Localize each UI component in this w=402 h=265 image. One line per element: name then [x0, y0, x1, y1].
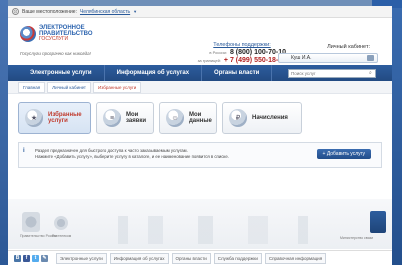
emblem-icon	[20, 26, 36, 42]
tab-label-line: Начисления	[252, 114, 288, 121]
tab-charges[interactable]: ₽ Начисления	[222, 102, 302, 134]
info-text: Раздел предназначен для быстрого доступа…	[35, 148, 295, 160]
logo-text: ЭЛЕКТРОННОЕ ПРАВИТЕЛЬСТВО ГОСУСЛУГИ	[39, 25, 93, 43]
chevron-down-icon[interactable]: ▼	[133, 9, 137, 14]
phone-region-label: за границей:	[197, 58, 221, 63]
phone-region-label: в России:	[209, 50, 227, 55]
tab-my-data[interactable]: ☺ Мои данные	[159, 102, 217, 134]
breadcrumb: Главная Личный кабинет Избранные услуги	[8, 81, 392, 94]
breadcrumb-cabinet[interactable]: Личный кабинет	[47, 81, 91, 93]
phone-number: + 7 (499) 550-18-39	[223, 57, 286, 64]
nav-item-services[interactable]: Электронные услуги	[18, 65, 105, 81]
phone-row-russia: в России: 8 (800) 100-70-10	[176, 49, 286, 56]
breadcrumb-current: Избранные услуги	[93, 81, 142, 93]
requests-icon: ≡	[103, 109, 121, 127]
footer-caption: Ростелеком	[52, 234, 72, 238]
city-skyline-illustration	[98, 216, 348, 244]
footer-caption: Министерство связи	[340, 236, 374, 240]
footer-link[interactable]: Служба поддержки	[213, 252, 262, 264]
cabinet-tabs: ★ Избранные услуги ≡ Мои заявки ☺ Мои да…	[8, 94, 392, 134]
footer-link[interactable]: Электронные услуги	[56, 252, 107, 264]
tab-label-line: услуги	[48, 118, 68, 124]
location-bar: ⊙ Ваше местоположение: Челябинская облас…	[8, 6, 392, 18]
tab-label-line: данные	[189, 118, 212, 124]
support-phones: Телефоны поддержки: в России: 8 (800) 10…	[176, 42, 286, 64]
footer-link[interactable]: Информация об услугах	[109, 252, 169, 264]
site-logo[interactable]: ЭЛЕКТРОННОЕ ПРАВИТЕЛЬСТВО ГОСУСЛУГИ	[20, 25, 93, 43]
location-city-link[interactable]: Челябинская область	[80, 9, 130, 15]
breadcrumb-home[interactable]: Главная	[18, 81, 46, 93]
government-emblem-icon[interactable]	[22, 212, 40, 232]
tab-label: Мои данные	[189, 112, 212, 125]
user-menu[interactable]: Куш И.А.	[278, 53, 378, 63]
ministry-emblem-icon[interactable]	[370, 211, 386, 233]
logout-icon[interactable]	[367, 55, 374, 61]
rostelecom-logo-icon[interactable]	[54, 216, 68, 230]
tab-label-line: заявки	[126, 118, 147, 124]
window-left-edge	[0, 0, 8, 265]
favorites-info-panel: i Раздел предназначен для быстрого досту…	[18, 142, 382, 168]
nav-item-authorities[interactable]: Органы власти	[202, 65, 273, 81]
browser-page: ⊙ Ваше местоположение: Челябинская облас…	[8, 6, 392, 265]
nav-item-info[interactable]: Информация об услугах	[105, 65, 203, 81]
add-service-button[interactable]: + Добавить услугу	[316, 149, 371, 159]
location-label: Ваше местоположение:	[22, 8, 77, 15]
charges-icon: ₽	[229, 109, 247, 127]
info-text-line: Нажмите «Добавить услугу», выберите услу…	[35, 154, 229, 159]
search-input[interactable]	[291, 70, 369, 76]
phone-row-abroad: за границей: + 7 (499) 550-18-39	[176, 57, 286, 64]
tab-label: Начисления	[252, 115, 288, 122]
search-icon[interactable]: ⌕	[369, 70, 372, 76]
vk-icon[interactable]: B	[14, 254, 21, 262]
search-box: ⌕	[288, 68, 376, 78]
window-right-edge	[392, 0, 402, 265]
main-nav: Электронные услуги Информация об услугах…	[8, 65, 392, 81]
tab-label: Избранные услуги	[48, 112, 82, 125]
footer-links-bar: B f t ✎ Электронные услуги Информация об…	[8, 250, 392, 265]
livejournal-icon[interactable]: ✎	[41, 254, 48, 262]
cabinet-title: Личный кабинет:	[327, 44, 370, 50]
tab-label: Мои заявки	[126, 112, 146, 125]
footer-links: Электронные услуги Информация об услугах…	[56, 252, 327, 264]
site-tagline: Госуслуги прозрачно как никогда!	[20, 51, 91, 56]
support-phones-title[interactable]: Телефоны поддержки:	[198, 42, 286, 48]
star-icon: ★	[25, 109, 43, 127]
user-name: Куш И.А.	[291, 55, 312, 61]
facebook-icon[interactable]: f	[23, 254, 30, 262]
info-icon: i	[23, 148, 25, 154]
logo-line-3: ГОСУСЛУГИ	[39, 36, 69, 42]
twitter-icon[interactable]: t	[32, 254, 39, 262]
tab-favorite-services[interactable]: ★ Избранные услуги	[18, 102, 91, 134]
location-pin-icon: ⊙	[12, 8, 19, 15]
personal-cabinet: Личный кабинет: Куш И.А.	[278, 44, 378, 63]
user-data-icon: ☺	[166, 109, 184, 127]
footer-link[interactable]: Органы власти	[171, 252, 211, 264]
site-header: ЭЛЕКТРОННОЕ ПРАВИТЕЛЬСТВО ГОСУСЛУГИ Госу…	[8, 18, 392, 65]
tab-my-requests[interactable]: ≡ Мои заявки	[96, 102, 154, 134]
footer-link[interactable]: Справочная информация	[264, 252, 327, 264]
